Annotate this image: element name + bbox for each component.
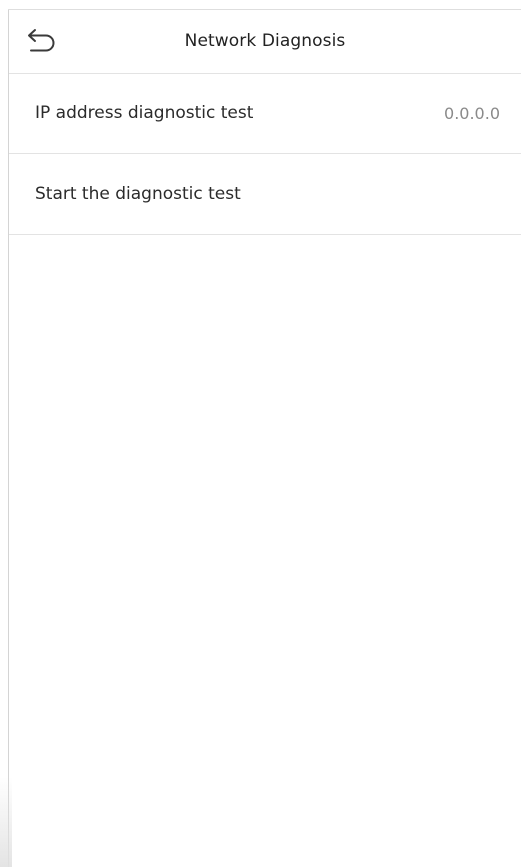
- start-diagnostic-row[interactable]: Start the diagnostic test: [9, 155, 521, 235]
- row-label: IP address diagnostic test: [35, 103, 254, 123]
- ip-address-diagnostic-row[interactable]: IP address diagnostic test 0.0.0.0: [9, 74, 521, 154]
- ip-address-value: 0.0.0.0: [444, 104, 500, 123]
- row-label: Start the diagnostic test: [35, 184, 241, 204]
- header-bar: Network Diagnosis: [9, 10, 521, 74]
- page-title: Network Diagnosis: [184, 31, 346, 51]
- bottom-shadow: [0, 777, 12, 867]
- screen: Network Diagnosis IP address diagnostic …: [0, 0, 521, 867]
